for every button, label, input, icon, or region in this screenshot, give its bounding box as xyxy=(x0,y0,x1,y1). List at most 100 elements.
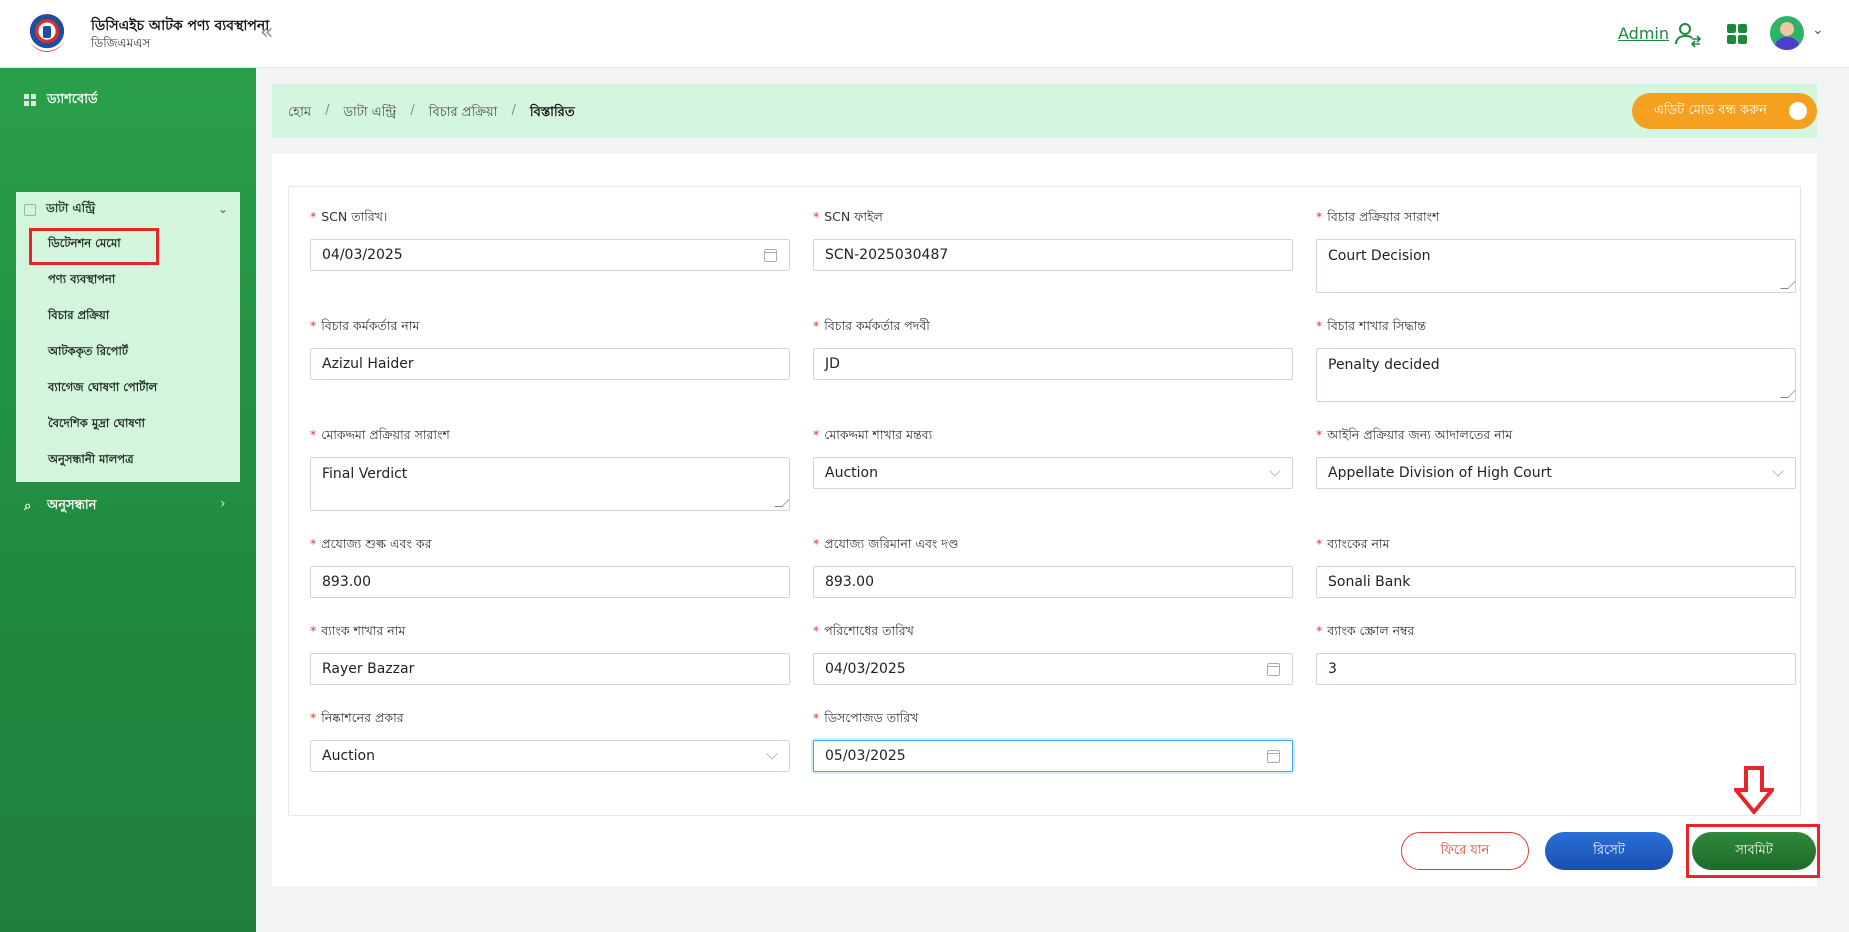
sidebar-item-search[interactable]: ⌕ অনুসন্ধান xyxy=(24,494,96,518)
officer-designation-input[interactable]: JD xyxy=(813,348,1293,380)
breadcrumb-separator: / xyxy=(511,103,516,118)
scn-file-input[interactable]: SCN-2025030487 xyxy=(813,239,1293,271)
fine-penalty-input[interactable]: 893.00 xyxy=(813,566,1293,598)
court-name-select[interactable]: Appellate Division of High Court xyxy=(1316,457,1796,489)
chevron-down-icon xyxy=(1269,465,1281,477)
fine-penalty-label: প্রযোজ্য জরিমানা এবং দণ্ড xyxy=(824,536,959,551)
scn-date-input[interactable]: 04/03/2025 xyxy=(310,239,790,271)
back-button[interactable]: ফিরে যান xyxy=(1401,832,1529,870)
edit-mode-label: এডিট মোড বন্ধ করুন xyxy=(1654,102,1767,118)
chevron-down-icon xyxy=(766,748,778,760)
duty-tax-label: প্রযোজ্য শুল্ক এবং কর xyxy=(321,536,432,551)
sidebar-item-data-entry[interactable]: ডাটা এন্ট্রি xyxy=(24,200,95,220)
trial-summary-field: * বিচার প্রক্রিয়ার সারাংশ Court Decision xyxy=(1316,209,1796,293)
breadcrumb-bar: হোম / ডাটা এন্ট্রি / বিচার প্রক্রিয়া / … xyxy=(272,84,1817,138)
trial-summary-label: বিচার প্রক্রিয়ার সারাংশ xyxy=(1327,209,1440,224)
bank-branch-field: * ব্যাংক শাখার নাম Rayer Bazzar xyxy=(310,623,790,685)
payment-date-input[interactable]: 04/03/2025 xyxy=(813,653,1293,685)
search-icon: ⌕ xyxy=(24,498,32,514)
chevron-down-icon xyxy=(1772,465,1784,477)
duty-tax-input[interactable]: 893.00 xyxy=(310,566,790,598)
branch-decision-textarea[interactable]: Penalty decided xyxy=(1316,348,1796,402)
bank-branch-label: ব্যাংক শাখার নাম xyxy=(321,623,406,638)
sidebar-item-label: অনুসন্ধান xyxy=(47,497,97,513)
breadcrumb-separator: / xyxy=(325,103,330,118)
disposal-type-field: * নিষ্কাশনের প্রকার Auction xyxy=(310,710,790,772)
user-avatar[interactable] xyxy=(1770,16,1804,50)
calendar-icon[interactable] xyxy=(1267,663,1280,676)
dashboard-icon xyxy=(24,93,37,107)
bank-branch-input[interactable]: Rayer Bazzar xyxy=(310,653,790,685)
case-branch-comment-label: মোকদ্দমা শাখার মন্তব্য xyxy=(824,427,933,442)
case-branch-comment-select[interactable]: Auction xyxy=(813,457,1293,489)
duty-tax-field: * প্রযোজ্য শুল্ক এবং কর 893.00 xyxy=(310,536,790,598)
chevron-down-icon[interactable]: ⌄ xyxy=(1812,22,1824,38)
sidebar-subitem-goods-management[interactable]: পণ্য ব্যবস্থাপনা xyxy=(48,271,115,290)
disposal-type-select[interactable]: Auction xyxy=(310,740,790,772)
officer-designation-field: * বিচার কর্মকর্তার পদবী JD xyxy=(813,318,1293,380)
sidebar-item-label: ডাটা এন্ট্রি xyxy=(46,201,96,215)
scn-date-field: * SCN তারিখ। 04/03/2025 xyxy=(310,209,790,271)
toggle-knob xyxy=(1789,102,1807,120)
bank-scroll-label: ব্যাংক স্ক্রোল নম্বর xyxy=(1327,623,1415,638)
reset-button[interactable]: রিসেট xyxy=(1545,832,1673,870)
officer-name-input[interactable]: Azizul Haider xyxy=(310,348,790,380)
edit-mode-toggle[interactable]: এডিট মোড বন্ধ করুন xyxy=(1632,93,1817,129)
scn-date-label: SCN তারিখ। xyxy=(321,209,388,224)
sidebar-item-label: ড্যাশবোর্ড xyxy=(47,91,98,107)
case-summary-textarea[interactable]: Final Verdict xyxy=(310,457,790,511)
calendar-icon[interactable] xyxy=(1267,750,1280,763)
trial-details-form: * SCN তারিখ। 04/03/2025 * SCN ফাইল SCN-202… xyxy=(288,186,1801,816)
breadcrumb-separator: / xyxy=(410,103,415,118)
fine-penalty-field: * প্রযোজ্য জরিমানা এবং দণ্ড 893.00 xyxy=(813,536,1293,598)
admin-link[interactable]: Admin xyxy=(1618,24,1669,43)
breadcrumb-trial-process[interactable]: বিচার প্রক্রিয়া xyxy=(429,103,498,124)
branch-decision-field: * বিচার শাখার সিদ্ধান্ত Penalty decided xyxy=(1316,318,1796,402)
officer-designation-label: বিচার কর্মকর্তার পদবী xyxy=(824,318,930,333)
officer-name-field: * বিচার কর্মকর্তার নাম Azizul Haider xyxy=(310,318,790,380)
down-arrow-annotation-icon xyxy=(1734,766,1774,814)
payment-date-field: * পরিশোধের তারিখ 04/03/2025 xyxy=(813,623,1293,685)
sidebar-subitem-unclaimed-goods[interactable]: অনুসন্ধানী মালপত্র xyxy=(48,451,134,470)
bank-name-input[interactable]: Sonali Bank xyxy=(1316,566,1796,598)
sidebar-subitem-currency-declaration[interactable]: বৈদেশিক মুদ্রা ঘোষণা xyxy=(48,415,145,434)
apps-grid-icon[interactable] xyxy=(1727,24,1747,44)
bank-name-label: ব্যাংকের নাম xyxy=(1327,536,1390,551)
sidebar-subitem-trial-process[interactable]: বিচার প্রক্রিয়া xyxy=(48,307,109,326)
officer-name-label: বিচার কর্মকর্তার নাম xyxy=(321,318,420,333)
trial-summary-textarea[interactable]: Court Decision xyxy=(1316,239,1796,293)
disposal-type-label: নিষ্কাশনের প্রকার xyxy=(321,710,404,725)
sidebar-item-dashboard[interactable]: ড্যাশবোর্ড xyxy=(24,88,98,112)
sidebar-subitem-seized-report[interactable]: আটককৃত রিপোর্ট xyxy=(48,343,128,362)
chevron-down-icon[interactable]: ⌄ xyxy=(218,202,228,216)
branch-decision-label: বিচার শাখার সিদ্ধান্ত xyxy=(1327,318,1426,333)
form-card: * SCN তারিখ। 04/03/2025 * SCN ফাইল SCN-202… xyxy=(272,154,1817,886)
disposal-date-label: ডিসপোজড তারিখ xyxy=(824,710,919,725)
breadcrumb-data-entry[interactable]: ডাটা এন্ট্রি xyxy=(343,103,396,124)
calendar-icon[interactable] xyxy=(764,249,777,262)
sidebar: ড্যাশবোর্ড ডাটা এন্ট্রি ⌄ ডিটেনশন মেমো প… xyxy=(0,68,256,932)
disposal-date-input[interactable]: 05/03/2025 xyxy=(813,740,1293,772)
breadcrumb-home[interactable]: হোম xyxy=(288,103,311,124)
customs-logo-icon xyxy=(28,14,66,52)
case-summary-field: * মোকদ্দমা প্রক্রিয়ার সারাংশ Final Verdi… xyxy=(310,427,790,511)
scn-file-field: * SCN ফাইল SCN-2025030487 xyxy=(813,209,1293,271)
app-subtitle: ডিজিএমএস xyxy=(91,36,151,50)
payment-date-label: পরিশোধের তারিখ xyxy=(824,623,914,638)
user-switch-icon[interactable] xyxy=(1674,20,1702,48)
court-name-field: * আইনি প্রক্রিয়ার জন্য আদালতের নাম Appel… xyxy=(1316,427,1796,489)
breadcrumb-current: বিস্তারিত xyxy=(529,105,575,120)
breadcrumb: হোম / ডাটা এন্ট্রি / বিচার প্রক্রিয়া / … xyxy=(288,103,575,124)
case-summary-label: মোকদ্দমা প্রক্রিয়ার সারাংশ xyxy=(321,427,450,442)
bank-scroll-field: * ব্যাংক স্ক্রোল নম্বর 3 xyxy=(1316,623,1796,685)
case-branch-comment-field: * মোকদ্দমা শাখার মন্তব্য Auction xyxy=(813,427,1293,489)
court-name-label: আইনি প্রক্রিয়ার জন্য আদালতের নাম xyxy=(1327,427,1513,442)
active-item-highlight xyxy=(29,228,159,265)
double-chevron-left-icon[interactable]: « xyxy=(260,20,273,46)
submit-highlight-box xyxy=(1686,824,1820,878)
top-header: ডিসিএইচ আটক পণ্য ব্যবস্থাপনা ডিজিএমএস « … xyxy=(0,0,1849,68)
chevron-right-icon[interactable]: › xyxy=(220,496,226,512)
document-icon xyxy=(24,204,36,216)
sidebar-subitem-baggage-portal[interactable]: ব্যাগেজ ঘোষণা পোর্টাল xyxy=(48,379,157,398)
bank-scroll-input[interactable]: 3 xyxy=(1316,653,1796,685)
